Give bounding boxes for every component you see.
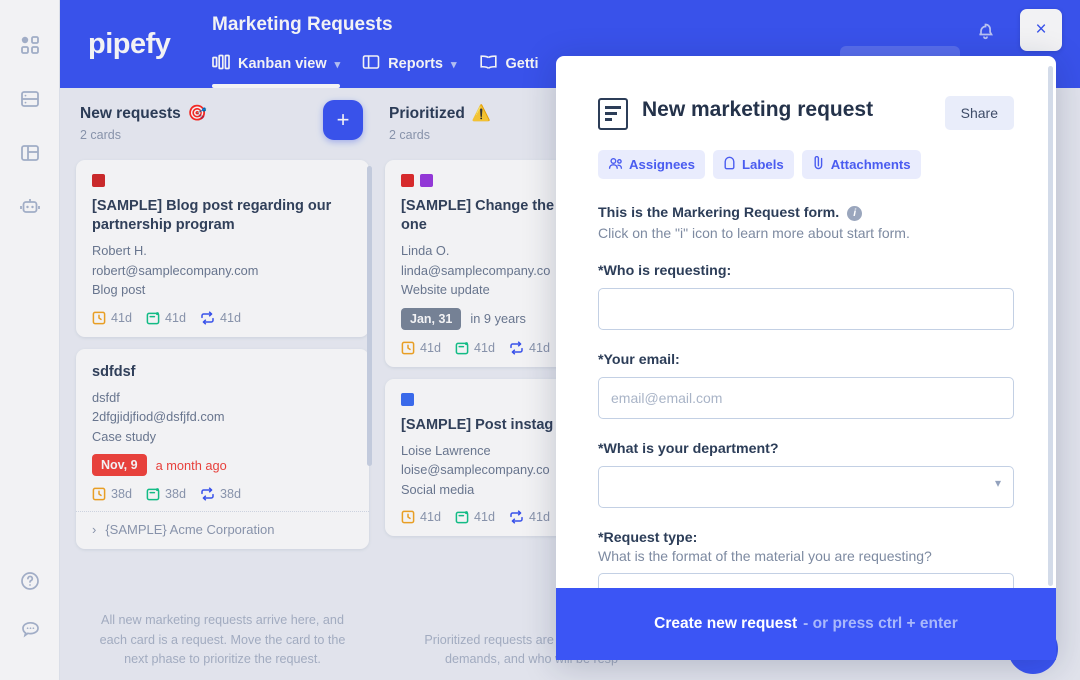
modal-body: New marketing request Share Assignees bbox=[556, 56, 1056, 588]
cta-hint-label: - or press ctrl + enter bbox=[803, 615, 958, 633]
department-select[interactable] bbox=[598, 466, 1014, 508]
department-select-wrap: ▾ bbox=[598, 457, 1014, 508]
document-icon bbox=[598, 98, 628, 130]
assignees-chip[interactable]: Assignees bbox=[598, 150, 705, 179]
page-title: New marketing request bbox=[642, 96, 945, 124]
field-request-type: *Request type: What is the format of the… bbox=[598, 530, 1014, 588]
attachments-chip[interactable]: Attachments bbox=[802, 150, 921, 179]
form-intro-title: This is the Markering Request form. i bbox=[598, 205, 1014, 221]
modal-chips: Assignees Labels bbox=[598, 150, 1014, 179]
new-request-modal: New marketing request Share Assignees bbox=[556, 56, 1056, 660]
form-intro: This is the Markering Request form. i Cl… bbox=[598, 205, 1014, 241]
tag-icon bbox=[723, 156, 736, 173]
create-new-request-button[interactable]: Create new request - or press ctrl + ent… bbox=[556, 588, 1056, 660]
field-label: *What is your department? bbox=[598, 441, 1014, 457]
field-label: *Your email: bbox=[598, 352, 1014, 368]
modal-header: New marketing request Share bbox=[598, 96, 1014, 130]
request-type-input[interactable] bbox=[598, 573, 1014, 588]
pipefy-app: pipefy Marketing Requests Kanban view ▾ bbox=[0, 0, 1080, 680]
field-label: *Request type: bbox=[598, 530, 1014, 546]
cta-main-label: Create new request bbox=[654, 615, 797, 633]
email-field[interactable] bbox=[598, 377, 1014, 419]
field-who-is-requesting: *Who is requesting: bbox=[598, 263, 1014, 330]
info-icon[interactable]: i bbox=[847, 206, 862, 221]
modal-scrollbar[interactable] bbox=[1048, 66, 1053, 586]
field-department: *What is your department? ▾ bbox=[598, 441, 1014, 508]
field-your-email: *Your email: bbox=[598, 352, 1014, 419]
paperclip-icon bbox=[812, 156, 825, 173]
share-button[interactable]: Share bbox=[945, 96, 1014, 130]
who-is-requesting-input[interactable] bbox=[598, 288, 1014, 330]
labels-chip[interactable]: Labels bbox=[713, 150, 794, 179]
form-intro-sub: Click on the "i" icon to learn more abou… bbox=[598, 225, 1014, 241]
users-icon bbox=[608, 157, 623, 173]
field-help: What is the format of the material you a… bbox=[598, 548, 1014, 564]
field-label: *Who is requesting: bbox=[598, 263, 1014, 279]
